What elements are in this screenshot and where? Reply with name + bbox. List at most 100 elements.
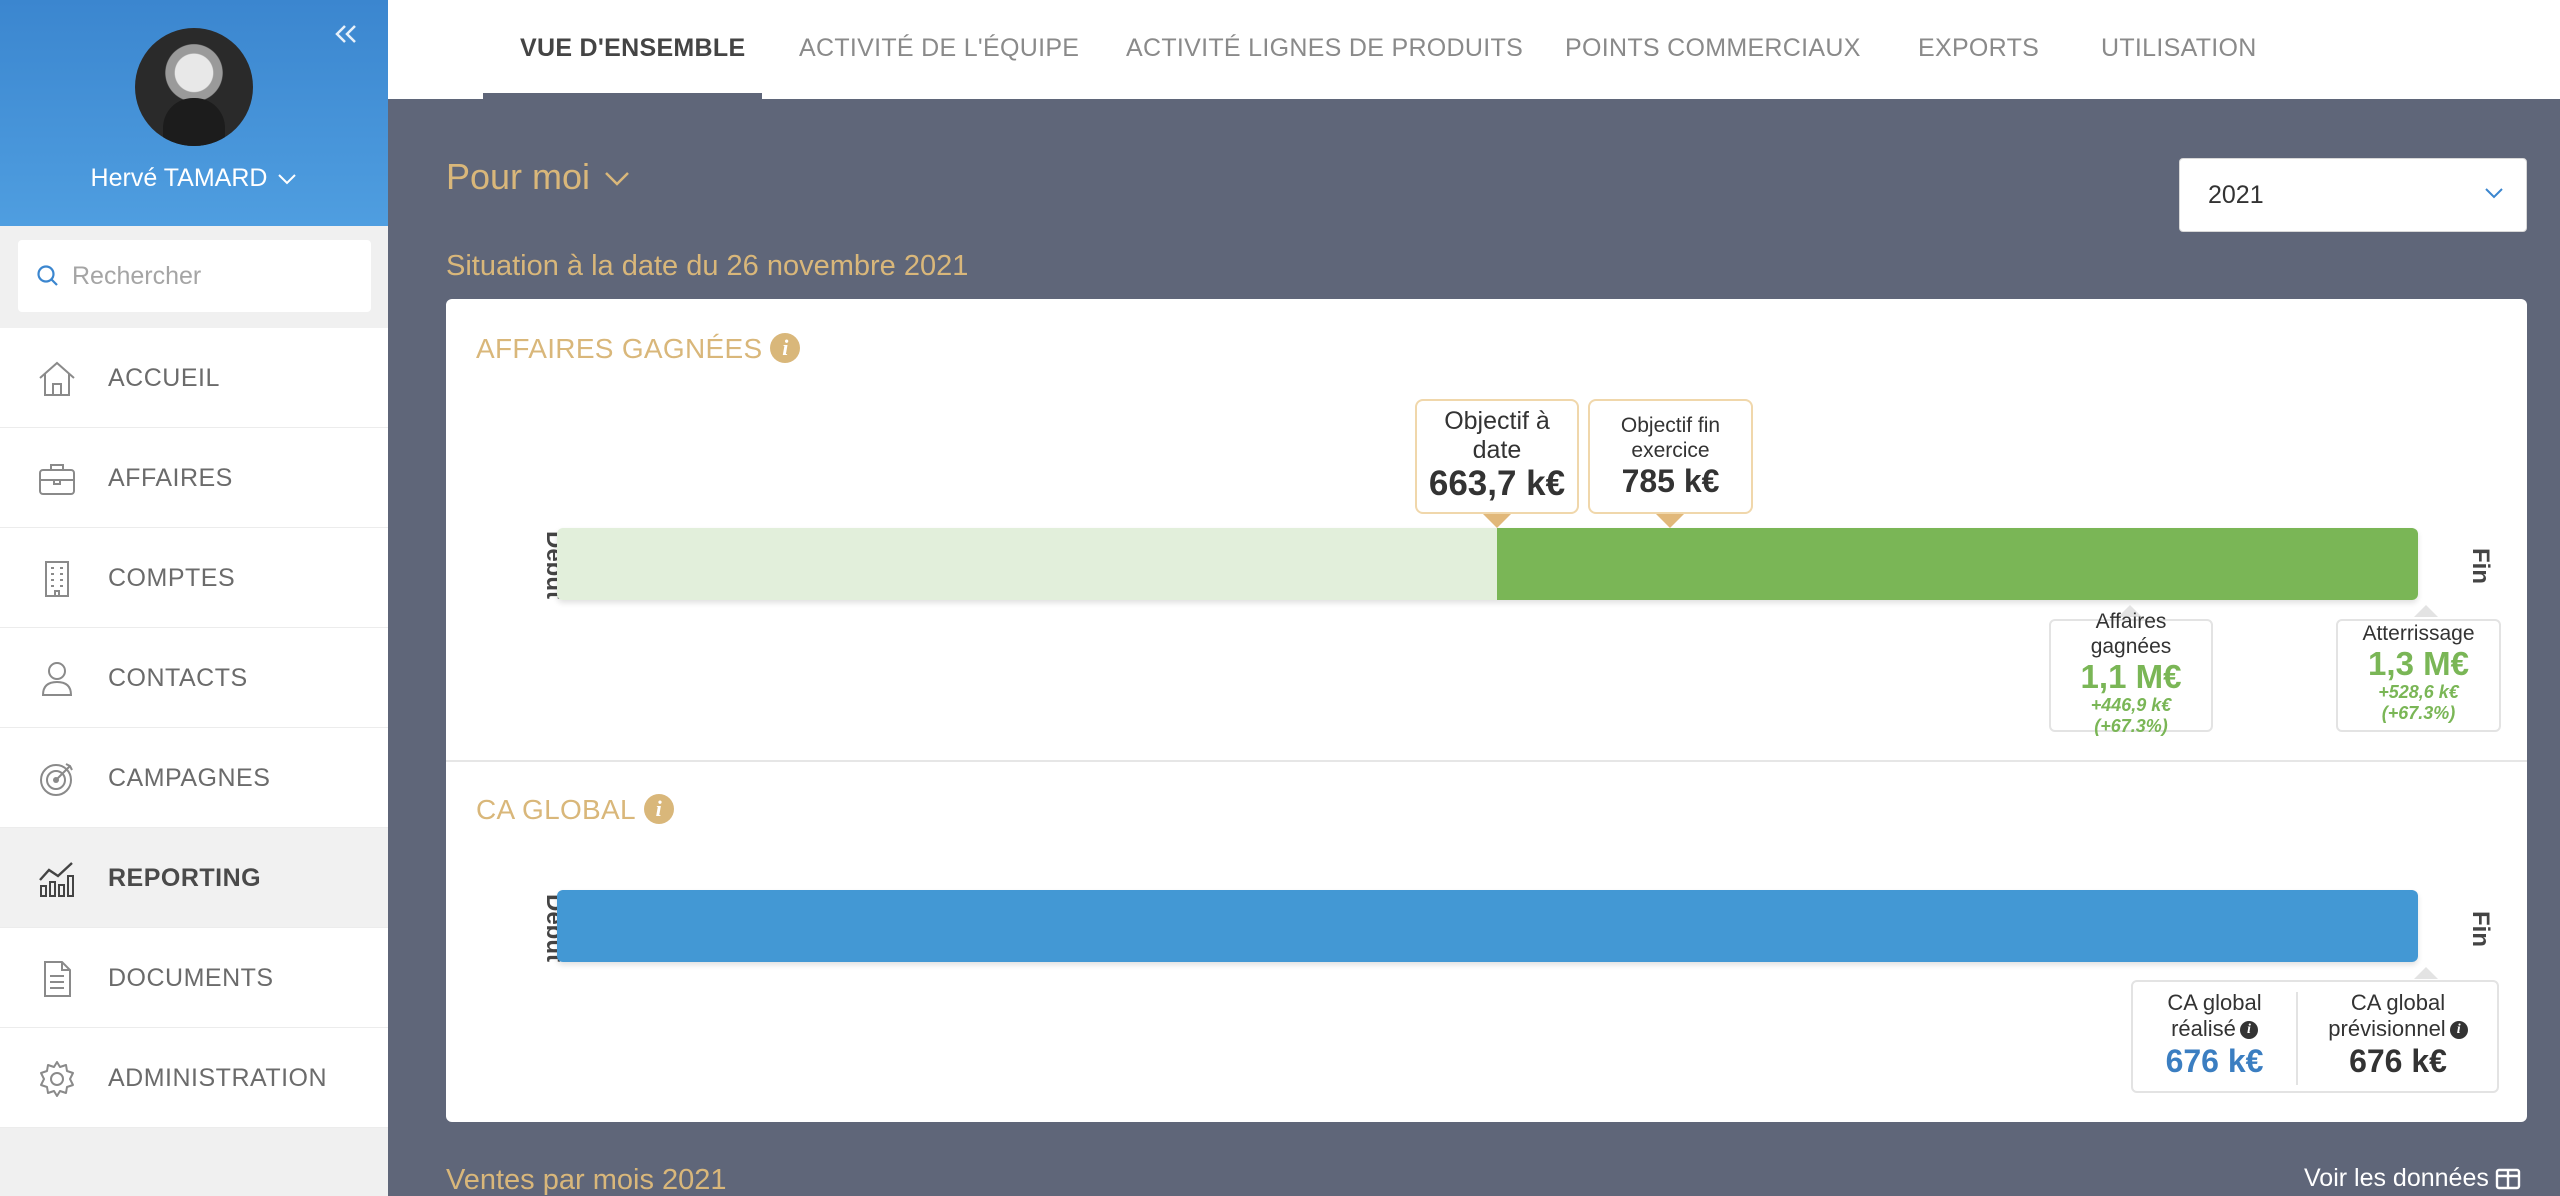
- ca-previsionnel: CA global prévisionnel i 676 k€: [2298, 990, 2498, 1080]
- affaires-gagnees-label-2: gagnées: [2090, 635, 2172, 658]
- atterrissage-delta: +528,6 k€: [2378, 682, 2459, 702]
- sidebar-item-label: ACCUEIL: [108, 364, 220, 392]
- info-icon[interactable]: i: [643, 794, 674, 824]
- tab-points-commerciaux[interactable]: POINTS COMMERCIAUX: [1565, 34, 1861, 63]
- atterrissage-box: Atterrissage 1,3 M€ +528,6 k€ (+67.3%): [2336, 619, 2501, 732]
- sidebar-item-label: AFFAIRES: [108, 464, 233, 492]
- atterrissage-label: Atterrissage: [2362, 622, 2475, 645]
- search-icon: [37, 265, 58, 286]
- objectif-date-label-1: Objectif à: [1444, 407, 1550, 435]
- sidebar-item-documents[interactable]: DOCUMENTS: [0, 928, 388, 1028]
- ca-progress-bar: [557, 890, 2418, 962]
- objectif-date-callout: Objectif à date 663,7 k€: [1415, 399, 1579, 514]
- building-icon: [45, 561, 69, 597]
- sidebar-item-label: COMPTES: [108, 564, 236, 592]
- affaires-title: AFFAIRES GAGNÉES: [476, 333, 763, 364]
- user-name: Hervé TAMARD: [90, 164, 268, 192]
- objectif-fin-label-1: Objectif fin: [1620, 414, 1721, 437]
- ca-title: CA GLOBAL: [476, 794, 636, 825]
- search-box[interactable]: [18, 240, 371, 312]
- tab-activite-lignes-produits[interactable]: ACTIVITÉ LIGNES DE PRODUITS: [1126, 34, 1523, 63]
- atterrissage-pct: (+67.3%): [2381, 703, 2456, 723]
- sidebar-item-label: DOCUMENTS: [108, 964, 274, 992]
- ca-end-label: Fin: [2468, 911, 2494, 947]
- sidebar-item-label: CONTACTS: [108, 664, 248, 692]
- view-data-link[interactable]: Voir les données: [2304, 1164, 2521, 1193]
- sidebar-item-affaires[interactable]: AFFAIRES: [0, 428, 388, 528]
- document-icon: [44, 961, 71, 997]
- sidebar-nav: ACCUEIL AFFAIRES COMPTES CONTACTS CAMPAG…: [0, 328, 388, 1128]
- ca-realise-value: 676 k€: [2165, 1043, 2264, 1079]
- sidebar-header: Hervé TAMARD: [0, 0, 388, 226]
- objectif-fin-label-2: exercice: [1631, 439, 1710, 462]
- affaires-gagnees-box: Affaires gagnées 1,1 M€ +446,9 k€ (+67.3…: [2049, 610, 2213, 736]
- sidebar-item-label: REPORTING: [108, 864, 262, 892]
- sidebar-item-campagnes[interactable]: CAMPAGNES: [0, 728, 388, 828]
- affaires-gagnees-delta: +446,9 k€: [2090, 695, 2172, 715]
- atterrissage-marker: [2414, 605, 2438, 617]
- summary-card: AFFAIRES GAGNÉES i Début Fin Objectif à d…: [446, 299, 2527, 1122]
- active-tab-indicator: [483, 93, 762, 99]
- gear-icon: [40, 1061, 74, 1097]
- info-icon[interactable]: i: [2449, 1021, 2468, 1040]
- sidebar-item-comptes[interactable]: COMPTES: [0, 528, 388, 628]
- sidebar-item-reporting[interactable]: REPORTING: [0, 828, 388, 928]
- briefcase-icon: [39, 464, 75, 495]
- info-icon[interactable]: i: [770, 333, 801, 363]
- objectif-fin-value: 785 k€: [1621, 463, 1720, 499]
- atterrissage-value: 1,3 M€: [2368, 645, 2469, 682]
- table-icon: [2495, 1169, 2521, 1190]
- ca-realise-label-2: réalisé: [2171, 1016, 2236, 1041]
- chart-icon: [39, 862, 74, 897]
- sidebar-item-administration[interactable]: ADMINISTRATION: [0, 1028, 388, 1128]
- section-divider: [446, 760, 2527, 762]
- sidebar: Hervé TAMARD ACCUEIL AFFAIRES COMPTES CO…: [0, 0, 388, 1196]
- target-icon: [40, 763, 73, 796]
- tab-utilisation[interactable]: UTILISATION: [2101, 34, 2257, 63]
- sidebar-item-contacts[interactable]: CONTACTS: [0, 628, 388, 728]
- situation-date: Situation à la date du 26 novembre 2021: [446, 250, 969, 282]
- affaires-bar-achieved: [1497, 528, 2418, 600]
- ca-previsionnel-label-2: prévisionnel: [2328, 1016, 2446, 1041]
- top-tabs: VUE D'ENSEMBLE ACTIVITÉ DE L'ÉQUIPE ACTI…: [388, 0, 2560, 99]
- sidebar-item-accueil[interactable]: ACCUEIL: [0, 328, 388, 428]
- user-menu[interactable]: Hervé TAMARD: [0, 164, 388, 193]
- tab-activite-equipe[interactable]: ACTIVITÉ DE L'ÉQUIPE: [799, 34, 1079, 63]
- ca-realise-label-1: CA global: [2167, 990, 2262, 1015]
- affaires-bar-before-objective: [557, 528, 1497, 600]
- year-select[interactable]: 2021: [2179, 158, 2527, 232]
- tab-vue-ensemble[interactable]: VUE D'ENSEMBLE: [520, 34, 745, 63]
- objectif-date-marker: [1483, 514, 1511, 528]
- objectif-fin-callout: Objectif fin exercice 785 k€: [1588, 399, 1753, 514]
- ca-marker: [2414, 967, 2438, 979]
- scope-label: Pour moi: [446, 156, 591, 197]
- view-data-label: Voir les données: [2304, 1164, 2489, 1192]
- objectif-fin-marker: [1656, 514, 1684, 528]
- ca-previsionnel-label-1: CA global: [2350, 990, 2446, 1015]
- person-icon: [41, 662, 73, 696]
- affaires-section-title: AFFAIRES GAGNÉES i: [476, 333, 801, 365]
- ca-bar-fill: [557, 890, 2418, 962]
- monthly-sales-title: Ventes par mois 2021: [446, 1164, 727, 1196]
- ca-previsionnel-value: 676 k€: [2349, 1043, 2447, 1079]
- affaires-gagnees-value: 1,1 M€: [2080, 658, 2182, 695]
- avatar[interactable]: [135, 28, 253, 146]
- affaires-gagnees-pct: (+67.3%): [2094, 716, 2168, 736]
- objectif-date-label-2: date: [1472, 436, 1522, 464]
- chevron-down-icon: [2485, 188, 2503, 199]
- objectif-date-value: 663,7 k€: [1428, 464, 1566, 503]
- chevron-down-icon: [278, 174, 297, 185]
- affaires-gagnees-label-1: Affaires: [2095, 610, 2167, 633]
- tab-exports[interactable]: EXPORTS: [1918, 34, 2039, 63]
- info-icon[interactable]: i: [2239, 1021, 2258, 1040]
- sidebar-item-label: ADMINISTRATION: [108, 1064, 328, 1092]
- scope-selector[interactable]: Pour moi: [446, 156, 630, 198]
- search-input[interactable]: [72, 258, 352, 294]
- ca-summary-box: CA global réalisé i 676 k€ CA global prév…: [2131, 980, 2499, 1093]
- affaires-end-label: Fin: [2468, 548, 2494, 584]
- home-icon: [39, 361, 75, 396]
- collapse-sidebar-icon[interactable]: [330, 18, 362, 50]
- affaires-progress-bar: [557, 528, 2418, 600]
- ca-section-title: CA GLOBAL i: [476, 794, 674, 826]
- ca-realise: CA global réalisé i 676 k€: [2133, 990, 2296, 1080]
